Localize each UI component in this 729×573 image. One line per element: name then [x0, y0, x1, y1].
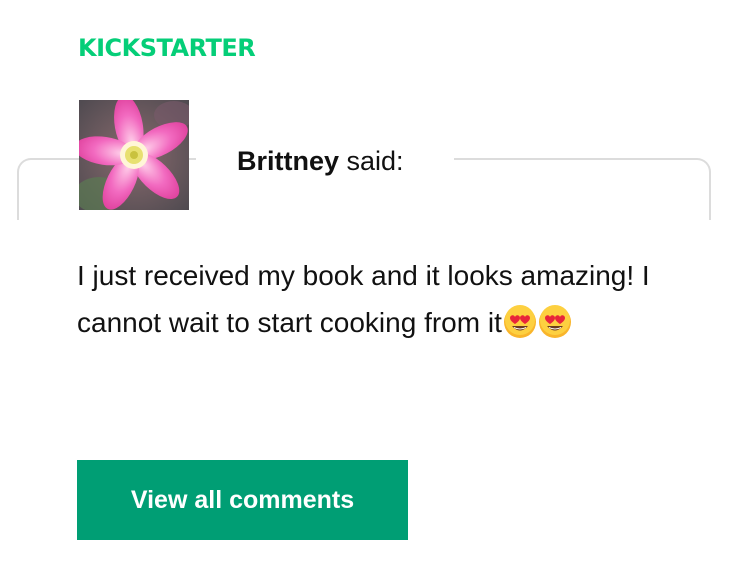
avatar — [79, 100, 189, 210]
kickstarter-logo[interactable]: KICKSTARTER — [78, 36, 256, 60]
heart-eyes-emoji — [538, 305, 572, 353]
view-all-comments-button[interactable]: View all comments — [77, 460, 408, 540]
comment-attribution: Brittney said: — [237, 145, 404, 177]
author-name[interactable]: Brittney — [237, 146, 339, 176]
comment-text: I just received my book and it looks ama… — [77, 252, 677, 353]
said-label: said: — [339, 146, 404, 176]
flower-photo — [79, 100, 189, 210]
heart-eyes-emoji — [503, 305, 537, 353]
